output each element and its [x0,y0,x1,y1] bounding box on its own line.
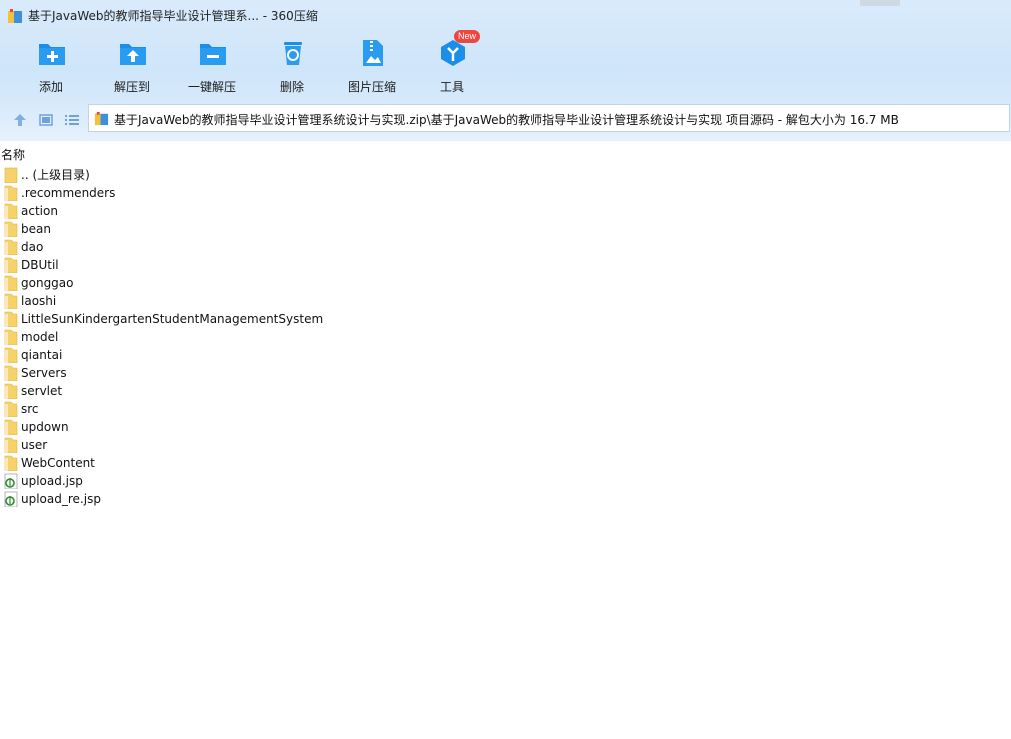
folder-icon [4,185,18,201]
column-name-header[interactable]: 名称 [1,146,25,163]
file-row[interactable]: Servers [0,364,1011,382]
folder-icon [4,419,18,435]
list-view-icon[interactable] [64,112,80,128]
file-name: src [21,402,39,416]
file-name: qiantai [21,348,63,362]
image-compress-button[interactable]: 图片压缩 [337,34,407,94]
window-chrome: 基于JavaWeb的教师指导毕业设计管理系... - 360压缩 添加 解压到 [0,0,1011,141]
file-name: servlet [21,384,63,398]
folder-icon [4,437,18,453]
folder-icon [4,257,18,273]
file-name: Servers [21,366,67,380]
add-icon [39,44,65,65]
delete-label: 删除 [279,80,304,94]
address-bar[interactable]: 基于JavaWeb的教师指导毕业设计管理系统设计与实现.zip\基于JavaWe… [88,104,1010,132]
one-click-extract-button[interactable]: 一键解压 [177,34,247,94]
file-row[interactable]: model [0,328,1011,346]
up-arrow-icon[interactable] [12,112,28,128]
folder-icon [4,365,18,381]
file-name: laoshi [21,294,57,308]
file-name: updown [21,420,69,434]
window-title: 基于JavaWeb的教师指导毕业设计管理系... - 360压缩 [28,9,318,23]
title-bar: 基于JavaWeb的教师指导毕业设计管理系... - 360压缩 [0,0,1011,30]
image-compress-label: 图片压缩 [347,80,396,94]
parent-directory-row[interactable]: .. (上级目录) [0,166,1011,184]
folder-icon [4,239,18,255]
add-label: 添加 [38,80,63,94]
extract-to-label: 解压到 [113,80,150,94]
file-row[interactable]: LittleSunKindergartenStudentManagementSy… [0,310,1011,328]
file-row[interactable]: upload_re.jsp [0,490,1011,508]
file-name: action [21,204,58,218]
file-row[interactable]: updown [0,418,1011,436]
file-name: WebContent [21,456,95,470]
toolbar: 添加 解压到 一键解压 删除 图片压缩 工具 New [0,30,1011,98]
one-click-extract-icon [200,44,226,65]
folder-icon [4,275,18,291]
file-row[interactable]: servlet [0,382,1011,400]
folder-icon [4,401,18,417]
file-row[interactable]: gonggao [0,274,1011,292]
file-row[interactable]: action [0,202,1011,220]
tools-button[interactable]: 工具 [417,34,487,94]
folder-icon [4,383,18,399]
file-name: dao [21,240,44,254]
folder-icon [4,167,18,183]
file-row[interactable]: dao [0,238,1011,256]
column-header: 名称 [0,141,1011,163]
file-name: upload_re.jsp [21,492,101,506]
extract-to-button[interactable]: 解压到 [97,34,167,94]
folder-icon [4,293,18,309]
one-click-extract-label: 一键解压 [187,80,236,94]
add-button[interactable]: 添加 [16,34,86,94]
file-name: .recommenders [21,186,116,200]
window-control[interactable] [860,0,900,6]
file-name: upload.jsp [21,474,83,488]
file-name: LittleSunKindergartenStudentManagementSy… [21,312,324,326]
file-row[interactable]: DBUtil [0,256,1011,274]
folder-icon [4,203,18,219]
file-name: bean [21,222,51,236]
navigation-bar: 基于JavaWeb的教师指导毕业设计管理系统设计与实现.zip\基于JavaWe… [0,100,1011,138]
jsp-file-icon [4,491,18,507]
folder-icon [4,455,18,471]
file-row[interactable]: src [0,400,1011,418]
file-row[interactable]: qiantai [0,346,1011,364]
folder-icon [4,221,18,237]
new-badge: New [454,30,480,43]
folder-icon [4,347,18,363]
file-name: user [21,438,48,452]
address-path: 基于JavaWeb的教师指导毕业设计管理系统设计与实现.zip\基于JavaWe… [114,113,899,127]
folder-icon [4,329,18,345]
tools-label: 工具 [439,80,464,94]
file-row[interactable]: upload.jsp [0,472,1011,490]
file-row[interactable]: .recommenders [0,184,1011,202]
app-icon [8,9,22,23]
file-row[interactable]: laoshi [0,292,1011,310]
file-name: gonggao [21,276,74,290]
folder-icon [4,311,18,327]
delete-button[interactable]: 删除 [257,34,327,94]
thumbnail-view-icon[interactable] [38,112,54,128]
file-name: DBUtil [21,258,59,272]
file-name: model [21,330,59,344]
file-list: .. (上级目录) .recommenders action bean dao DBUti… [0,166,1011,508]
delete-icon [284,42,302,65]
file-row[interactable]: bean [0,220,1011,238]
image-compress-icon [363,40,383,66]
file-name: .. (上级目录) [21,168,90,182]
extract-to-icon [120,44,146,65]
file-row[interactable]: WebContent [0,454,1011,472]
jsp-file-icon [4,473,18,489]
file-row[interactable]: user [0,436,1011,454]
zip-archive-icon [94,111,109,126]
